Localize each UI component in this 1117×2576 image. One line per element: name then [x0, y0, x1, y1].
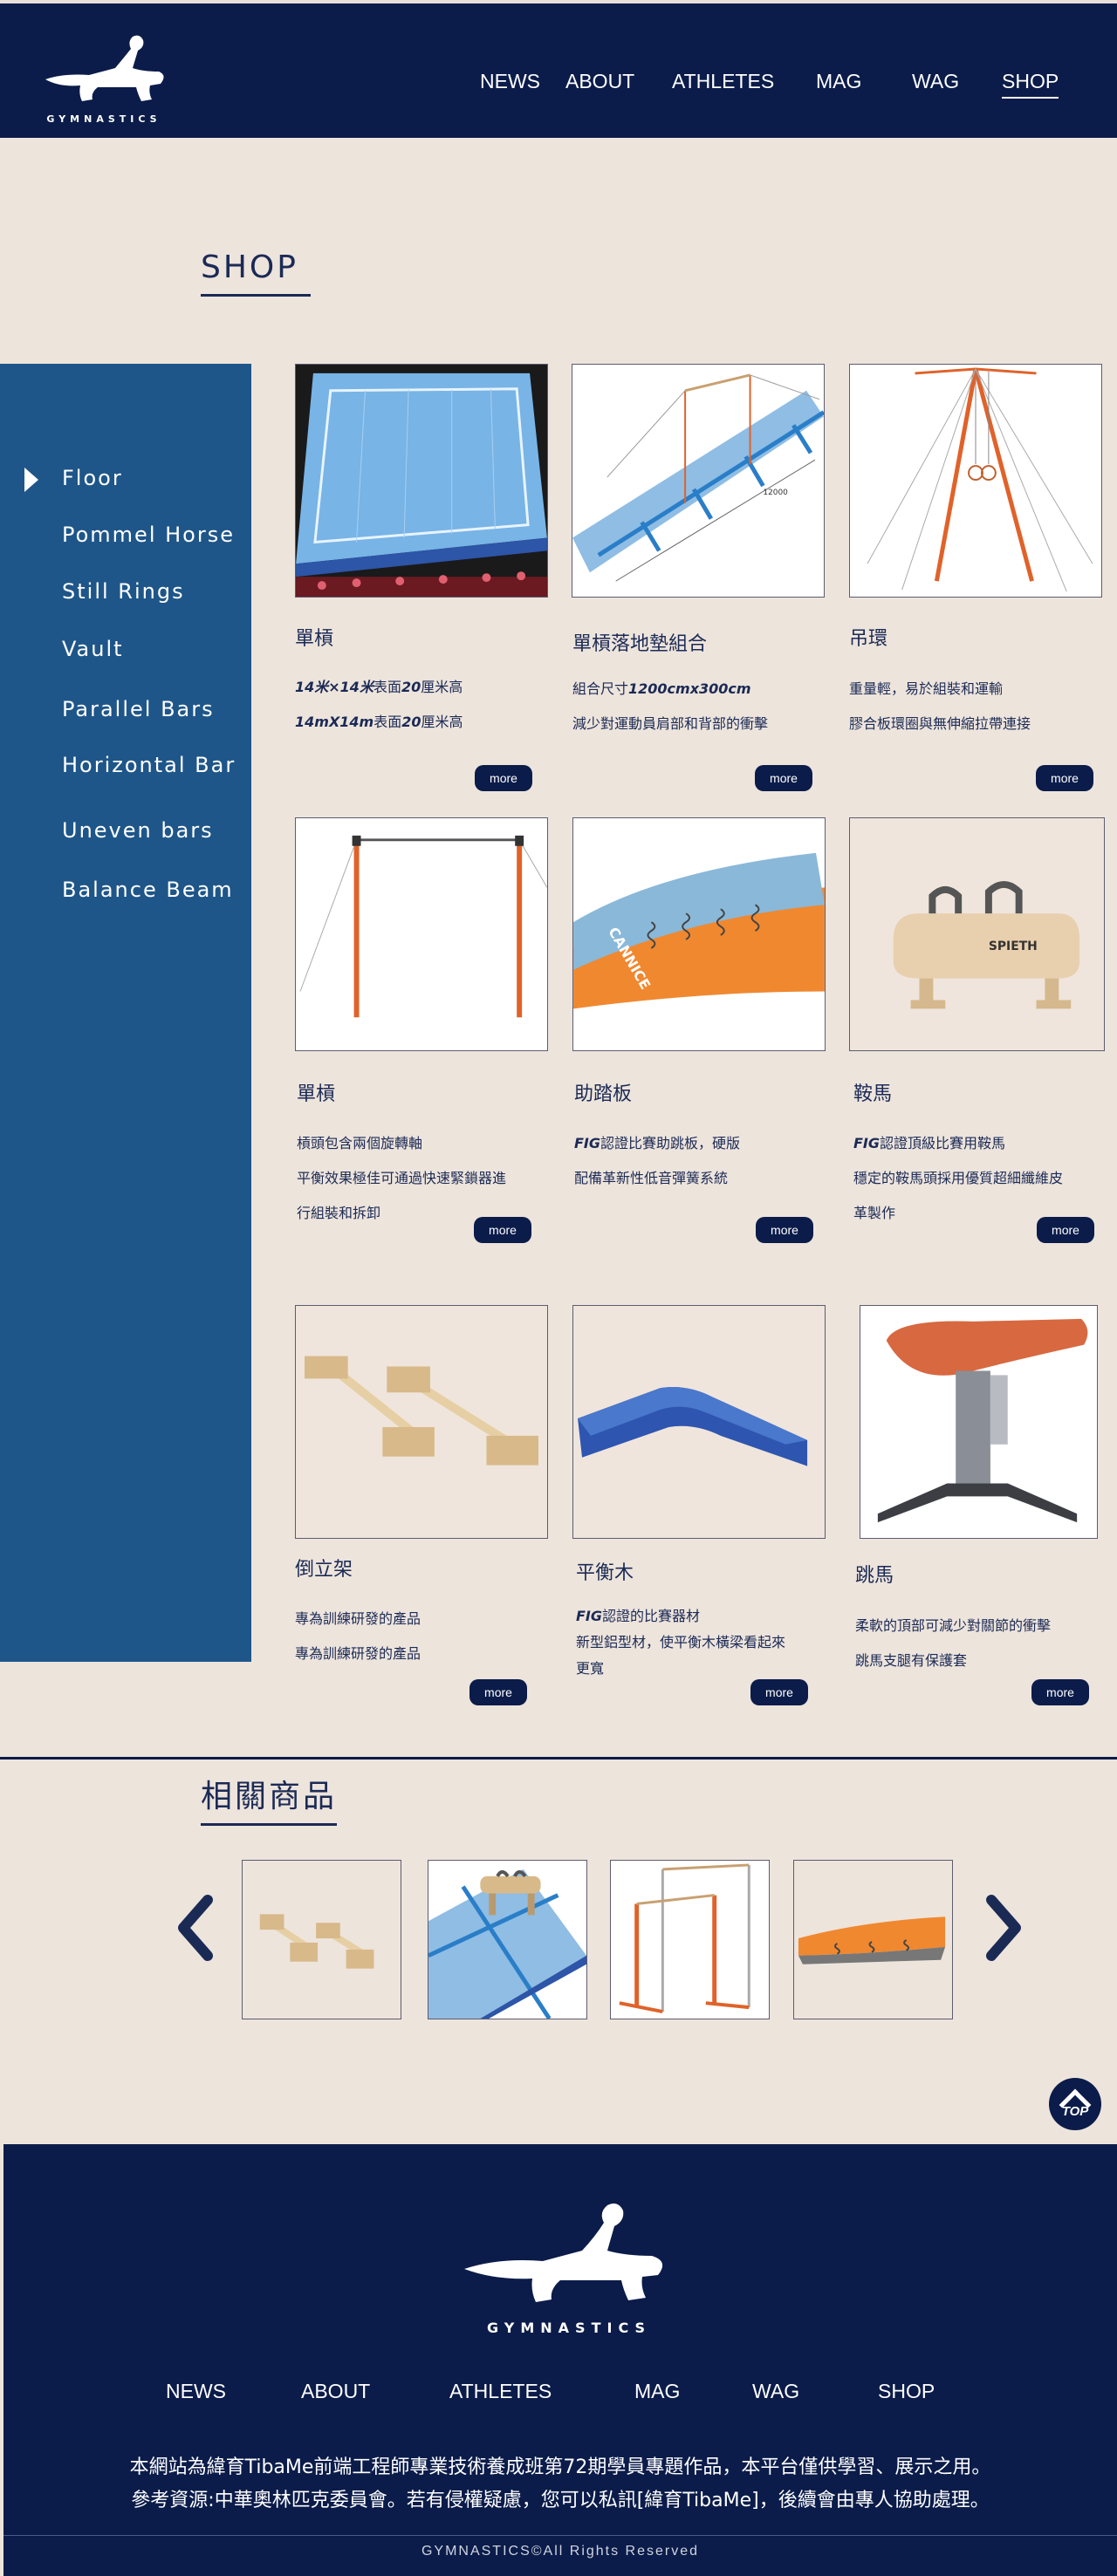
footer-nav-about[interactable]: ABOUT [301, 2380, 370, 2403]
product-name[interactable]: 單槓落地墊組合 [572, 628, 707, 656]
nav-athletes[interactable]: ATHLETES [672, 70, 774, 93]
product-desc: 重量輕，易於組裝和運輸 [849, 680, 1004, 697]
product-image-landing-mats[interactable]: 12000 [572, 364, 825, 598]
product-desc: 槓頭包含兩個旋轉軸 [297, 1135, 423, 1151]
product-image-floor-mat[interactable] [295, 364, 548, 598]
more-button[interactable]: more [469, 1679, 527, 1705]
related-item-springboard[interactable] [793, 1860, 953, 2019]
footer-nav-wag[interactable]: WAG [752, 2380, 799, 2403]
sidebar-item-parallel-bars[interactable]: Parallel Bars [62, 697, 215, 721]
dimension-label: 12000 [763, 489, 788, 497]
related-item-uneven-bars[interactable] [610, 1860, 770, 2019]
sidebar-item-vault[interactable]: Vault [62, 637, 124, 661]
more-button[interactable]: more [756, 1217, 813, 1243]
footer-nav-shop[interactable]: SHOP [878, 2380, 935, 2403]
product-name[interactable]: 單槓 [297, 1078, 335, 1106]
nav-news[interactable]: NEWS [480, 70, 540, 93]
more-button[interactable]: more [1031, 1679, 1089, 1705]
sidebar-item-horizontal-bar[interactable]: Horizontal Bar [62, 753, 236, 777]
nav-mag[interactable]: MAG [816, 70, 861, 93]
back-to-top-label: TOP [1061, 2104, 1089, 2119]
product-image-springboard[interactable]: CANNICE [572, 817, 826, 1051]
product-desc: 新型鋁型材，使平衡木橫梁看起來 [576, 1634, 786, 1650]
copyright: GYMNASTICS©All Rights Reserved [421, 2544, 700, 2559]
product-image-horizontal-bar[interactable] [295, 817, 548, 1051]
product-name[interactable]: 倒立架 [295, 1554, 353, 1582]
product-desc: FIG認證比賽助跳板，硬版 [574, 1135, 741, 1151]
nav-about[interactable]: ABOUT [565, 70, 634, 93]
product-desc: 行組裝和拆卸 [297, 1205, 381, 1221]
product-desc: FIG認證的比賽器材 [576, 1608, 701, 1624]
product-desc: 專為訓練研發的產品 [295, 1645, 421, 1662]
product-desc: 專為訓練研發的產品 [295, 1610, 421, 1627]
brand-label: SPIETH [989, 940, 1038, 953]
footer-logo-wordmark: GYMNASTICS [487, 2320, 651, 2336]
category-sidebar: Floor Pommel Horse Still Rings Vault Par… [0, 364, 251, 1662]
product-image-vault[interactable] [860, 1305, 1098, 1539]
related-item-parallettes[interactable] [242, 1860, 401, 2019]
product-desc: 跳馬支腿有保護套 [855, 1652, 968, 1669]
site-header: GYMNASTICS NEWS ABOUT ATHLETES MAG WAG S… [0, 0, 1117, 138]
active-indicator-icon [24, 468, 38, 492]
footer-logo[interactable]: GYMNASTICS [456, 2186, 682, 2341]
logo-wordmark: GYMNASTICS [46, 113, 161, 125]
product-desc: 柔軟的頂部可減少對關節的衝擊 [855, 1617, 1052, 1634]
sidebar-item-floor[interactable]: Floor [62, 466, 123, 490]
product-name[interactable]: 平衡木 [576, 1557, 634, 1585]
product-desc: FIG認證頂級比賽用鞍馬 [853, 1135, 1006, 1151]
footer-reference: 參考資源:中華奧林匹克委員會。若有侵權疑慮，您可以私訊[緯育TibaMe]，後續… [131, 2490, 990, 2511]
product-desc: 平衡效果極佳可通過快速緊鎖器進 [297, 1170, 507, 1186]
related-item-pommel-on-mat[interactable] [428, 1860, 587, 2019]
product-desc: 膠合板環圈與無伸縮拉帶連接 [849, 715, 1031, 732]
nav-shop[interactable]: SHOP [1002, 70, 1059, 99]
product-desc: 減少對運動員肩部和背部的衝擊 [572, 715, 769, 732]
product-desc: 14米×14米表面20厘米高 [295, 679, 463, 695]
product-image-parallettes[interactable] [295, 1305, 548, 1539]
gymnastics-logo[interactable]: GYMNASTICS [28, 23, 181, 127]
more-button[interactable]: more [474, 1217, 531, 1243]
product-desc: 配備革新性低音彈簧系統 [574, 1170, 729, 1186]
nav-wag[interactable]: WAG [912, 70, 959, 93]
product-desc: 穩定的鞍馬頭採用優質超細纖維皮 [853, 1170, 1064, 1186]
more-button[interactable]: more [1036, 765, 1093, 791]
carousel-next-icon[interactable] [983, 1893, 1026, 1963]
footer-nav-athletes[interactable]: ATHLETES [449, 2380, 552, 2403]
product-image-pommel-horse[interactable]: SPIETH [849, 817, 1105, 1051]
product-name[interactable]: 跳馬 [855, 1560, 894, 1588]
related-title: 相關商品 [201, 1771, 338, 1826]
more-button[interactable]: more [750, 1679, 808, 1705]
sidebar-item-balance-beam[interactable]: Balance Beam [62, 878, 234, 902]
product-name[interactable]: 助踏板 [574, 1078, 632, 1106]
product-image-rings[interactable] [849, 364, 1102, 598]
footer-nav-mag[interactable]: MAG [634, 2380, 680, 2403]
site-footer: GYMNASTICS NEWS ABOUT ATHLETES MAG WAG S… [3, 2144, 1117, 2576]
carousel-prev-icon[interactable] [173, 1893, 216, 1963]
product-desc: 更寬 [576, 1660, 605, 1677]
product-name[interactable]: 鞍馬 [853, 1078, 892, 1106]
product-desc: 14mX14m表面20厘米高 [295, 714, 463, 730]
product-name[interactable]: 單槓 [295, 623, 333, 651]
back-to-top-button[interactable]: TOP [1049, 2078, 1101, 2130]
more-button[interactable]: more [475, 765, 532, 791]
footer-divider [3, 2535, 1117, 2536]
product-desc: 組合尺寸1200cmx300cm [572, 680, 751, 697]
sidebar-item-still-rings[interactable]: Still Rings [62, 579, 185, 604]
sidebar-item-uneven-bars[interactable]: Uneven bars [62, 818, 214, 843]
section-divider [0, 1757, 1117, 1759]
more-button[interactable]: more [755, 765, 812, 791]
page-title: SHOP [201, 249, 311, 297]
product-desc: 革製作 [853, 1205, 896, 1221]
footer-nav-news[interactable]: NEWS [166, 2380, 226, 2403]
sidebar-item-pommel-horse[interactable]: Pommel Horse [62, 523, 235, 547]
footer-disclaimer: 本網站為緯育TibaMe前端工程師專業技術養成班第72期學員專題作品，本平台僅供… [129, 2456, 991, 2478]
product-image-beam-mat[interactable] [572, 1305, 826, 1539]
product-name[interactable]: 吊環 [849, 623, 887, 651]
more-button[interactable]: more [1037, 1217, 1094, 1243]
